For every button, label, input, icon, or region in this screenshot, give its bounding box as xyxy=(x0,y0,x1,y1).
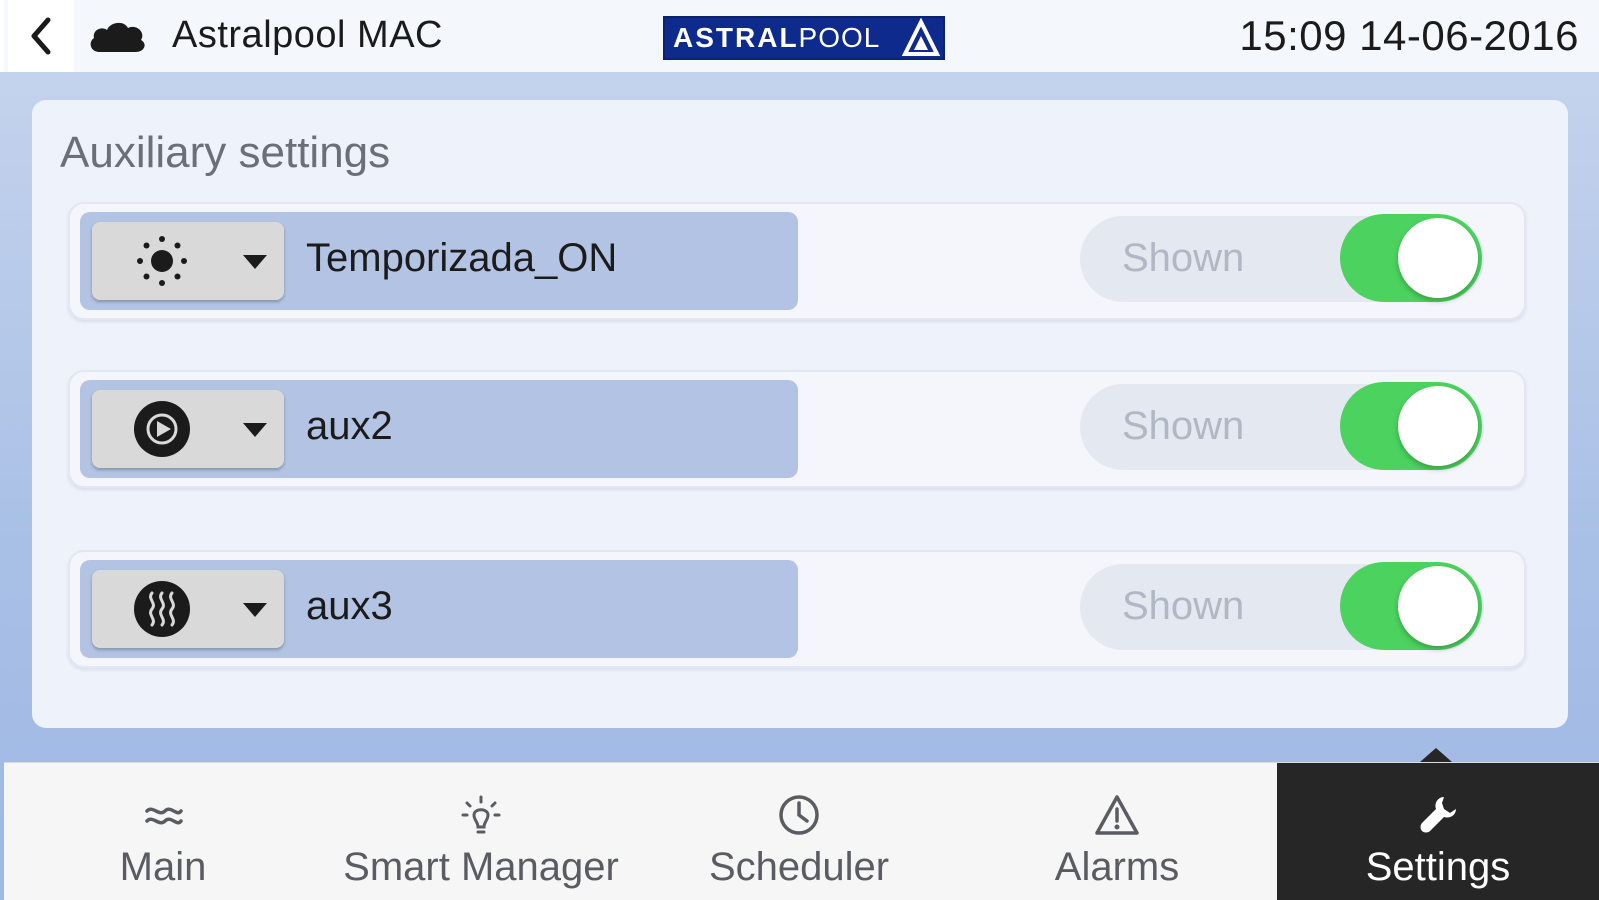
caret-down-icon xyxy=(243,423,267,437)
nav-tab-settings[interactable]: Settings xyxy=(1277,763,1599,900)
aux-row: aux2 Shown xyxy=(68,370,1526,488)
brand-mark-icon xyxy=(901,18,941,56)
chevron-left-icon xyxy=(31,17,51,55)
datetime: 15:09 14-06-2016 xyxy=(1239,12,1579,59)
heater-icon xyxy=(134,581,190,637)
aux-name: aux2 xyxy=(306,404,393,448)
brand-logo: ASTRALPOOL xyxy=(663,16,945,60)
nav-tab-scheduler[interactable]: Scheduler xyxy=(640,763,958,900)
auxiliary-settings-panel: Auxiliary settings Temporizada_ON Shown … xyxy=(32,100,1568,728)
nav-label: Main xyxy=(119,845,207,889)
caret-down-icon xyxy=(243,255,267,269)
shown-toggle[interactable] xyxy=(1340,562,1482,650)
aux-name-block: aux3 xyxy=(80,560,798,658)
shown-toggle[interactable] xyxy=(1340,382,1482,470)
toggle-knob xyxy=(1398,566,1478,646)
aux-row: Temporizada_ON Shown xyxy=(68,202,1526,320)
aux-row: aux3 Shown xyxy=(68,550,1526,668)
toggle-knob xyxy=(1398,218,1478,298)
nav-label: Smart Manager xyxy=(343,845,619,889)
aux-name: aux3 xyxy=(306,584,393,628)
brand-logo-text: ASTRALPOOL xyxy=(673,22,881,53)
nav-label: Scheduler xyxy=(708,845,890,889)
shown-toggle[interactable] xyxy=(1340,214,1482,302)
aux-name-block: aux2 xyxy=(80,380,798,478)
clock-icon xyxy=(779,795,819,835)
aux-name: Temporizada_ON xyxy=(306,236,618,280)
active-tab-notch xyxy=(1420,748,1452,762)
shown-label: Shown xyxy=(1122,404,1245,448)
aux-name-block: Temporizada_ON xyxy=(80,212,798,310)
sun-icon xyxy=(137,236,187,286)
pump-icon xyxy=(134,401,190,457)
nav-tab-alarms[interactable]: Alarms xyxy=(958,763,1276,900)
toggle-knob xyxy=(1398,386,1478,466)
cloud-icon xyxy=(90,22,145,52)
warning-icon xyxy=(1095,795,1139,835)
back-button[interactable] xyxy=(8,0,74,72)
waves-icon xyxy=(145,807,183,825)
nav-tab-main[interactable]: Main xyxy=(4,763,322,900)
nav-label: Alarms xyxy=(1054,845,1180,889)
panel-title: Auxiliary settings xyxy=(60,128,391,177)
nav-tab-smart-manager[interactable]: Smart Manager xyxy=(322,763,640,900)
bottom-nav: Main Smart Manager Scheduler Alarms Sett… xyxy=(4,762,1599,900)
icon-picker-dropdown[interactable] xyxy=(92,222,284,300)
app-title: Astralpool MAC xyxy=(172,14,443,56)
shown-label: Shown xyxy=(1122,236,1245,280)
shown-label: Shown xyxy=(1122,584,1245,628)
nav-label: Settings xyxy=(1365,845,1511,889)
icon-picker-dropdown[interactable] xyxy=(92,390,284,468)
wrench-icon xyxy=(1420,797,1456,833)
top-bar: Astralpool MAC ASTRALPOOL 15:09 14-06-20… xyxy=(0,0,1599,72)
caret-down-icon xyxy=(243,603,267,617)
icon-picker-dropdown[interactable] xyxy=(92,570,284,648)
bulb-icon xyxy=(461,795,501,834)
